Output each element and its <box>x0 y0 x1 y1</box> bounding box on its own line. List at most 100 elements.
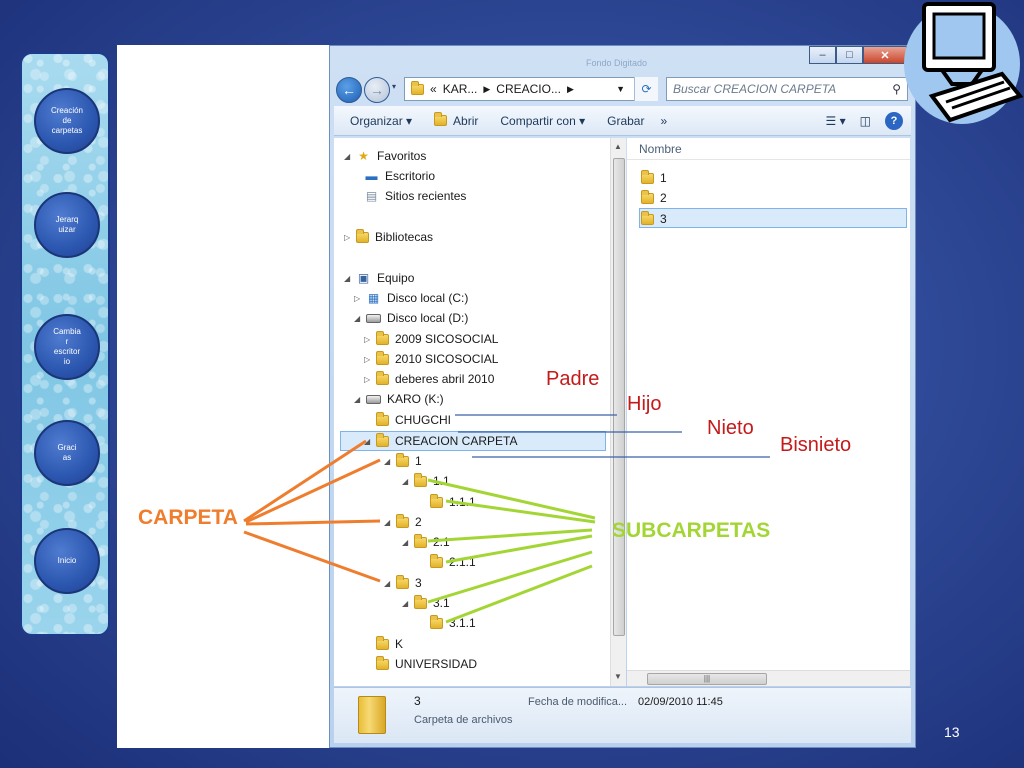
abrir-label: Abrir <box>453 113 479 128</box>
close-icon[interactable]: ✕ <box>863 46 907 64</box>
tree-item-2[interactable]: ◢ 2 <box>384 512 422 532</box>
tree-item-disco-c[interactable]: ▷ ▦ Disco local (C:) <box>354 288 468 308</box>
breadcrumb-karo[interactable]: KAR... <box>443 82 478 96</box>
tree-item-2-1[interactable]: ◢ 2.1 <box>402 532 450 552</box>
folder-icon <box>376 655 389 670</box>
preview-pane-icon[interactable]: ◫ <box>860 114 871 128</box>
tree-item-2009[interactable]: ▷ 2009 SICOSOCIAL <box>364 329 498 349</box>
tree-item-3[interactable]: ◢ 3 <box>384 573 422 593</box>
nav-button-inicio[interactable]: Inicio <box>34 528 100 594</box>
expand-arrow-icon[interactable]: ◢ <box>384 457 394 466</box>
tree-item-1-1[interactable]: ◢ 1.1 <box>402 471 450 491</box>
hscroll-thumb[interactable]: ||| <box>647 673 767 685</box>
search-input[interactable]: Buscar CREACION CARPETA ⚲ <box>666 77 908 101</box>
tree-item-favoritos[interactable]: ◢ ★ Favoritos <box>344 146 426 166</box>
expand-arrow-icon[interactable]: ◢ <box>402 599 412 608</box>
expand-arrow-icon[interactable]: ◢ <box>344 274 354 283</box>
nav-button-jerarquizar[interactable]: Jerarq uizar <box>34 192 100 258</box>
tree-item-3-1[interactable]: ◢ 3.1 <box>402 593 450 613</box>
expand-arrow-icon[interactable]: ◢ <box>344 152 354 161</box>
compartir-button[interactable]: Compartir con ▾ <box>500 114 585 128</box>
file-item-3[interactable]: 3 <box>641 209 667 229</box>
tree-label: K <box>395 637 404 651</box>
expand-arrow-icon[interactable]: ◢ <box>402 477 412 486</box>
forward-arrow-icon[interactable]: → <box>364 77 390 103</box>
scroll-up-icon[interactable]: ▲ <box>614 142 622 151</box>
window-controls: – □ ✕ <box>809 46 907 64</box>
removable-drive-icon <box>366 394 381 404</box>
nav-button-creacion[interactable]: Creación de carpetas <box>34 88 100 154</box>
expand-arrow-icon[interactable]: ◢ <box>384 518 394 527</box>
file-item-2[interactable]: 2 <box>641 188 667 208</box>
tree-item-equipo[interactable]: ◢ ▣ Equipo <box>344 268 414 288</box>
collapsed-arrow-icon[interactable]: ▷ <box>344 233 354 242</box>
content-pane: Nombre 1 2 3 ||| <box>627 138 910 686</box>
tree-item-creacion-carpeta[interactable]: ◢ CREACION CARPETA <box>364 431 517 451</box>
tree-item-2-1-1[interactable]: 2.1.1 <box>418 552 476 572</box>
tree-item-1[interactable]: ◢ 1 <box>384 451 422 471</box>
file-label: 1 <box>660 171 667 185</box>
minimize-icon[interactable]: – <box>809 46 836 64</box>
tree-label: 2.1.1 <box>449 555 476 569</box>
grabar-button[interactable]: Grabar <box>607 114 644 128</box>
folder-icon <box>376 350 389 365</box>
tree-item-disco-d[interactable]: ◢ Disco local (D:) <box>354 308 468 328</box>
expand-arrow-icon[interactable]: ◢ <box>402 538 412 547</box>
address-bar[interactable]: « KAR... ▶ CREACIO... ▶ ▼ <box>404 77 658 101</box>
tree-item-chugchi[interactable]: CHUGCHI <box>376 410 451 430</box>
command-bar: Organizar ▾ Abrir Compartir con ▾ Grabar… <box>334 106 911 136</box>
back-arrow-icon[interactable]: ← <box>336 77 362 103</box>
tree-label: Escritorio <box>385 169 436 183</box>
navigation-pane: ◢ ★ Favoritos ▬ Escritorio ▤ Sitios reci… <box>334 138 626 686</box>
tree-label: CHUGCHI <box>395 413 451 427</box>
label-hijo: Hijo <box>627 393 662 415</box>
more-commands-icon[interactable]: » <box>660 114 667 128</box>
nav-button-cambiar-escritorio[interactable]: Cambia r escritor io <box>34 314 100 380</box>
maximize-icon[interactable]: □ <box>836 46 863 64</box>
tree-label: KARO (K:) <box>387 392 444 406</box>
slide-nav-panel: Creación de carpetas Jerarq uizar Cambia… <box>20 52 110 636</box>
help-icon[interactable]: ? <box>885 111 903 130</box>
view-options-icon[interactable]: ☰ ▾ <box>826 114 846 128</box>
search-icon[interactable]: ⚲ <box>892 82 901 96</box>
scroll-down-icon[interactable]: ▼ <box>614 672 622 681</box>
refresh-icon[interactable]: ⟳ <box>634 77 658 101</box>
history-dropdown-icon[interactable]: ▾ <box>392 82 396 91</box>
tree-label: UNIVERSIDAD <box>395 657 478 671</box>
desktop-icon: ▬ <box>365 168 378 183</box>
tree-item-escritorio[interactable]: ▬ Escritorio <box>364 166 436 186</box>
folder-icon <box>376 411 389 426</box>
expand-arrow-icon[interactable]: ◢ <box>354 314 364 323</box>
label-padre: Padre <box>546 368 600 390</box>
column-header-nombre[interactable]: Nombre <box>627 138 910 160</box>
collapsed-arrow-icon[interactable]: ▷ <box>364 335 374 344</box>
tree-item-sitios-recientes[interactable]: ▤ Sitios recientes <box>364 186 467 206</box>
nav-button-gracias[interactable]: Graci as <box>34 420 100 486</box>
tree-label: 3.1 <box>433 596 450 610</box>
collapsed-arrow-icon[interactable]: ▷ <box>354 294 364 303</box>
tree-item-1-1-1[interactable]: 1.1.1 <box>418 492 476 512</box>
search-placeholder: Buscar CREACION CARPETA <box>673 82 837 96</box>
folder-icon <box>376 635 389 650</box>
abrir-button[interactable]: Abrir <box>434 112 479 128</box>
address-dropdown-icon[interactable]: ▼ <box>616 84 625 94</box>
tree-item-universidad[interactable]: UNIVERSIDAD <box>376 654 477 674</box>
expand-arrow-icon[interactable]: ◢ <box>354 395 364 404</box>
tree-item-karo[interactable]: ◢ KARO (K:) <box>354 389 444 409</box>
tree-item-3-1-1[interactable]: 3.1.1 <box>418 613 476 633</box>
collapsed-arrow-icon[interactable]: ▷ <box>364 375 374 384</box>
content-hscrollbar[interactable]: ||| <box>627 670 910 686</box>
collapsed-arrow-icon[interactable]: ▷ <box>364 355 374 364</box>
organizar-button[interactable]: Organizar ▾ <box>350 114 412 128</box>
file-item-1[interactable]: 1 <box>641 168 667 188</box>
tree-item-deberes[interactable]: ▷ deberes abril 2010 <box>364 369 494 389</box>
tree-item-bibliotecas[interactable]: ▷ Bibliotecas <box>344 227 433 247</box>
expand-arrow-icon[interactable]: ◢ <box>364 437 374 446</box>
breadcrumb-creacion[interactable]: CREACIO... <box>496 82 561 96</box>
folder-icon <box>641 169 654 184</box>
tree-item-k[interactable]: K <box>376 634 403 654</box>
scroll-thumb[interactable] <box>613 158 625 636</box>
tree-scrollbar[interactable]: ▲ ▼ <box>610 138 626 686</box>
tree-item-2010[interactable]: ▷ 2010 SICOSOCIAL <box>364 349 498 369</box>
expand-arrow-icon[interactable]: ◢ <box>384 579 394 588</box>
